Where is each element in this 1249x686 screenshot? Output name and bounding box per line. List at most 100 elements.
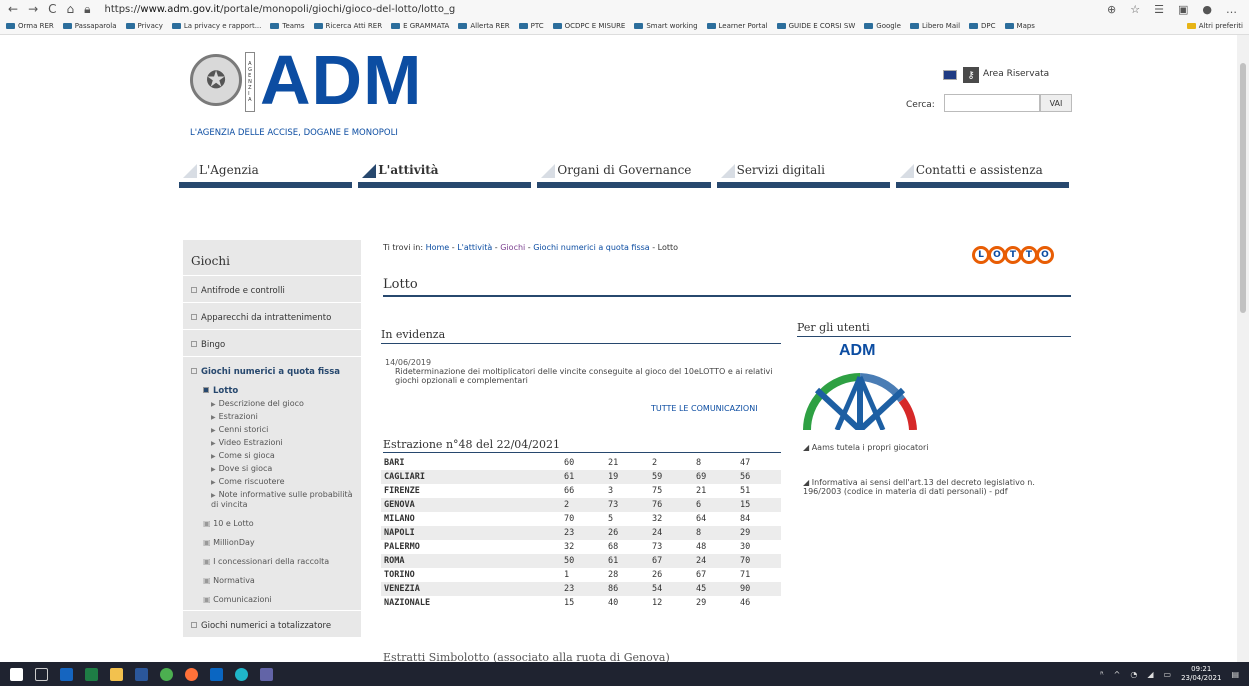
edge-icon[interactable]: [235, 667, 248, 681]
english-flag-icon[interactable]: [943, 70, 957, 80]
lotto-ball: O: [1036, 246, 1054, 264]
sidebar-leaf[interactable]: ▶ Come si gioca: [211, 451, 361, 461]
bookmark-item[interactable]: La privacy e rapport...: [171, 22, 261, 30]
sidebar-leaf[interactable]: ▶ Note informative sulle probabilità di v…: [211, 490, 361, 509]
sidebar-leaf[interactable]: ▶ Video Estrazioni: [211, 438, 361, 448]
clock[interactable]: 09:21 23/04/2021: [1181, 665, 1221, 683]
people-icon[interactable]: ᴿ: [1100, 670, 1104, 679]
nav-item[interactable]: L'Agenzia: [179, 162, 358, 188]
bookmark-item[interactable]: Learner Portal: [706, 22, 768, 30]
task-view-icon[interactable]: [35, 667, 48, 681]
bookmark-item[interactable]: E GRAMMATA: [391, 22, 449, 30]
bookmark-icon: [1004, 23, 1014, 29]
bookmark-item[interactable]: Ricerca Atti RER: [313, 22, 382, 30]
sidebar: Giochi Antifrode e controlli Apparecchi d…: [183, 240, 361, 638]
breadcrumb-giochi[interactable]: Giochi: [500, 243, 525, 252]
bookmark-item[interactable]: Privacy: [125, 22, 163, 30]
zoom-icon[interactable]: ⊕: [1107, 3, 1116, 16]
teams-icon[interactable]: [260, 667, 273, 681]
favorites-icon[interactable]: ☰: [1154, 3, 1164, 16]
breadcrumb-quota[interactable]: Giochi numerici a quota fissa: [533, 243, 649, 252]
bookmark-item[interactable]: Allerta RER: [458, 22, 510, 30]
all-communications-link[interactable]: TUTTE LE COMUNICAZIONI: [651, 404, 758, 413]
breadcrumb-attivita[interactable]: L'attività: [457, 243, 492, 252]
bookmark-item[interactable]: DPC: [969, 22, 996, 30]
address-bar[interactable]: https://www.adm.gov.it/portale/monopoli/…: [105, 4, 456, 15]
sidebar-subitem[interactable]: ▣ MillionDay: [203, 538, 361, 547]
evidenza-link[interactable]: Rideterminazione dei moltiplicatori dell…: [395, 367, 780, 385]
sidebar-sub-lotto[interactable]: Lotto: [203, 386, 361, 396]
reload-icon[interactable]: C: [48, 2, 56, 17]
forward-icon[interactable]: →: [28, 2, 38, 17]
bookmark-item[interactable]: OCDPC E MISURE: [552, 22, 625, 30]
bookmark-icon: [125, 23, 135, 29]
sidebar-item-totalizzatore[interactable]: Giochi numerici a totalizzatore: [183, 611, 361, 638]
chrome-icon[interactable]: [160, 667, 173, 681]
number-cell: 48: [696, 542, 707, 552]
bookmark-item[interactable]: Libero Mail: [909, 22, 960, 30]
bookmark-item[interactable]: PTC: [518, 22, 544, 30]
bookmark-item[interactable]: Teams: [270, 22, 305, 30]
table-row: ROMA 50 61 67 24 70: [381, 554, 781, 568]
nav-item[interactable]: Servizi digitali: [716, 162, 896, 188]
lotto-logo[interactable]: LOTTO: [972, 246, 1072, 270]
scrollbar-thumb[interactable]: [1240, 63, 1246, 313]
nav-item[interactable]: Contatti e assistenza: [895, 162, 1075, 188]
sidebar-title: Giochi: [183, 240, 361, 276]
sidebar-leaf[interactable]: ▶ Cenni storici: [211, 425, 361, 435]
volume-icon[interactable]: ◢: [1147, 670, 1153, 679]
more-icon[interactable]: …: [1226, 3, 1237, 16]
sidebar-subitem[interactable]: ▣ Normativa: [203, 576, 361, 585]
star-icon[interactable]: ☆: [1130, 3, 1140, 16]
reserved-area-link[interactable]: Area Riservata: [983, 69, 1049, 79]
notifications-icon[interactable]: ▤: [1231, 670, 1239, 679]
ship-wheel-icon[interactable]: [797, 360, 923, 430]
sidebar-leaf[interactable]: ▶ Come riscuotere: [211, 477, 361, 487]
bookmark-item[interactable]: Smart working: [634, 22, 698, 30]
firefox-icon[interactable]: [185, 667, 198, 681]
outlook-active-icon[interactable]: [210, 667, 223, 681]
sidebar-leaf[interactable]: ▶ Dove si gioca: [211, 464, 361, 474]
nav-item[interactable]: Organi di Governance: [537, 162, 716, 188]
back-icon[interactable]: ←: [8, 2, 18, 17]
file-explorer-icon[interactable]: [110, 667, 123, 681]
windows-start-icon[interactable]: [10, 667, 23, 681]
number-cell: 23: [561, 526, 605, 540]
sidebar-leaf[interactable]: ▶ Descrizione del gioco: [211, 399, 361, 409]
keyboard-icon[interactable]: ▭: [1164, 670, 1172, 679]
search-button[interactable]: VAI: [1040, 94, 1072, 112]
sidebar-item[interactable]: Apparecchi da intrattenimento: [183, 303, 361, 330]
main-nav: L'Agenzia L'attività Organi di Governance S…: [179, 162, 1075, 188]
informativa-link[interactable]: ◢ Informativa ai sensi dell'art.13 del d…: [803, 478, 1068, 496]
home-icon[interactable]: ⌂: [67, 2, 75, 17]
sidebar-subitem[interactable]: ▣ Comunicazioni: [203, 595, 361, 604]
sidebar-subitem[interactable]: ▣ I concessionari della raccolta: [203, 557, 361, 566]
network-icon[interactable]: ◔: [1130, 670, 1137, 679]
outlook-icon[interactable]: [60, 667, 73, 681]
other-bookmarks-folder[interactable]: Altri preferiti: [1186, 22, 1249, 30]
key-icon[interactable]: ⚷: [963, 67, 979, 83]
bookmark-item[interactable]: Google: [864, 22, 901, 30]
search-input[interactable]: [944, 94, 1040, 112]
sidebar-item[interactable]: Bingo: [183, 330, 361, 357]
word-icon[interactable]: [135, 667, 148, 681]
aams-tutela-link[interactable]: ◢ Aams tutela i propri giocatori: [803, 443, 929, 452]
sidebar-item-quota-fissa[interactable]: Giochi numerici a quota fissa Lotto ▶ Des…: [183, 357, 361, 611]
breadcrumb-home[interactable]: Home: [426, 243, 450, 252]
bookmark-item[interactable]: Maps: [1004, 22, 1035, 30]
profile-icon[interactable]: ●: [1202, 3, 1212, 16]
excel-icon[interactable]: [85, 667, 98, 681]
adm-logo[interactable]: ✪ AGENZIA ADM L'AGENZIA DELLE ACCISE, DO…: [190, 41, 450, 143]
sidebar-item[interactable]: Antifrode e controlli: [183, 276, 361, 303]
bookmark-item[interactable]: GUIDE E CORSI SW: [776, 22, 855, 30]
page-scrollbar[interactable]: [1237, 35, 1249, 662]
number-cell: 67: [649, 554, 693, 568]
bookmark-item[interactable]: Passaparola: [62, 22, 117, 30]
bookmark-item[interactable]: Orma RER: [6, 22, 54, 30]
tray-chevron-icon[interactable]: ^: [1114, 670, 1121, 679]
collections-icon[interactable]: ▣: [1178, 3, 1188, 16]
number-cell: 61: [605, 554, 649, 568]
nav-item[interactable]: L'attività: [358, 162, 537, 188]
sidebar-leaf[interactable]: ▶ Estrazioni: [211, 412, 361, 422]
sidebar-subitem[interactable]: ▣ 10 e Lotto: [203, 519, 361, 528]
